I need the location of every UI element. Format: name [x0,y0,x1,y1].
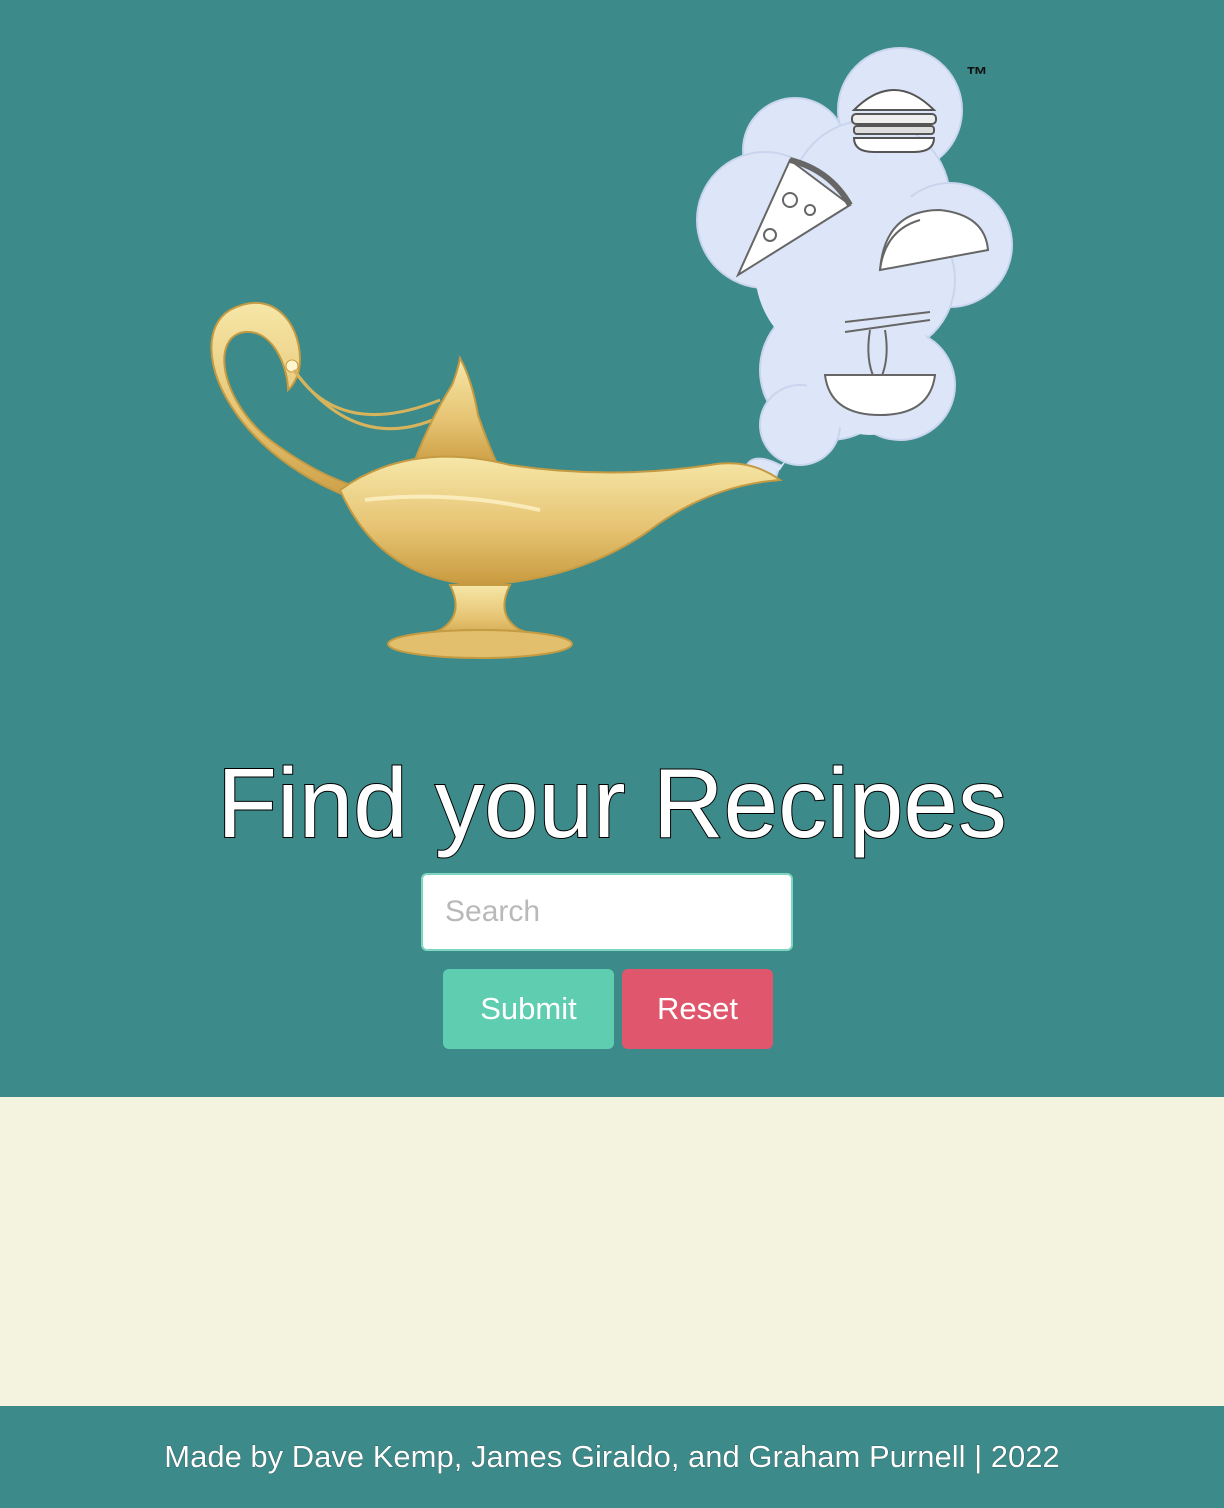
reset-button[interactable]: Reset [622,969,773,1049]
results-area [0,1097,1224,1406]
footer: Made by Dave Kemp, James Giraldo, and Gr… [0,1406,1224,1508]
hero-section: ™ Find your Recipes Submit Reset [0,0,1224,1097]
page-title: Find your Recipes [216,747,1008,859]
genie-lamp-logo: ™ [190,40,1030,680]
trademark-symbol: ™ [966,62,988,87]
lamp-icon [210,301,783,659]
submit-button[interactable]: Submit [443,969,614,1049]
search-input[interactable] [421,873,793,951]
footer-credits: Made by Dave Kemp, James Giraldo, and Gr… [164,1439,1060,1475]
